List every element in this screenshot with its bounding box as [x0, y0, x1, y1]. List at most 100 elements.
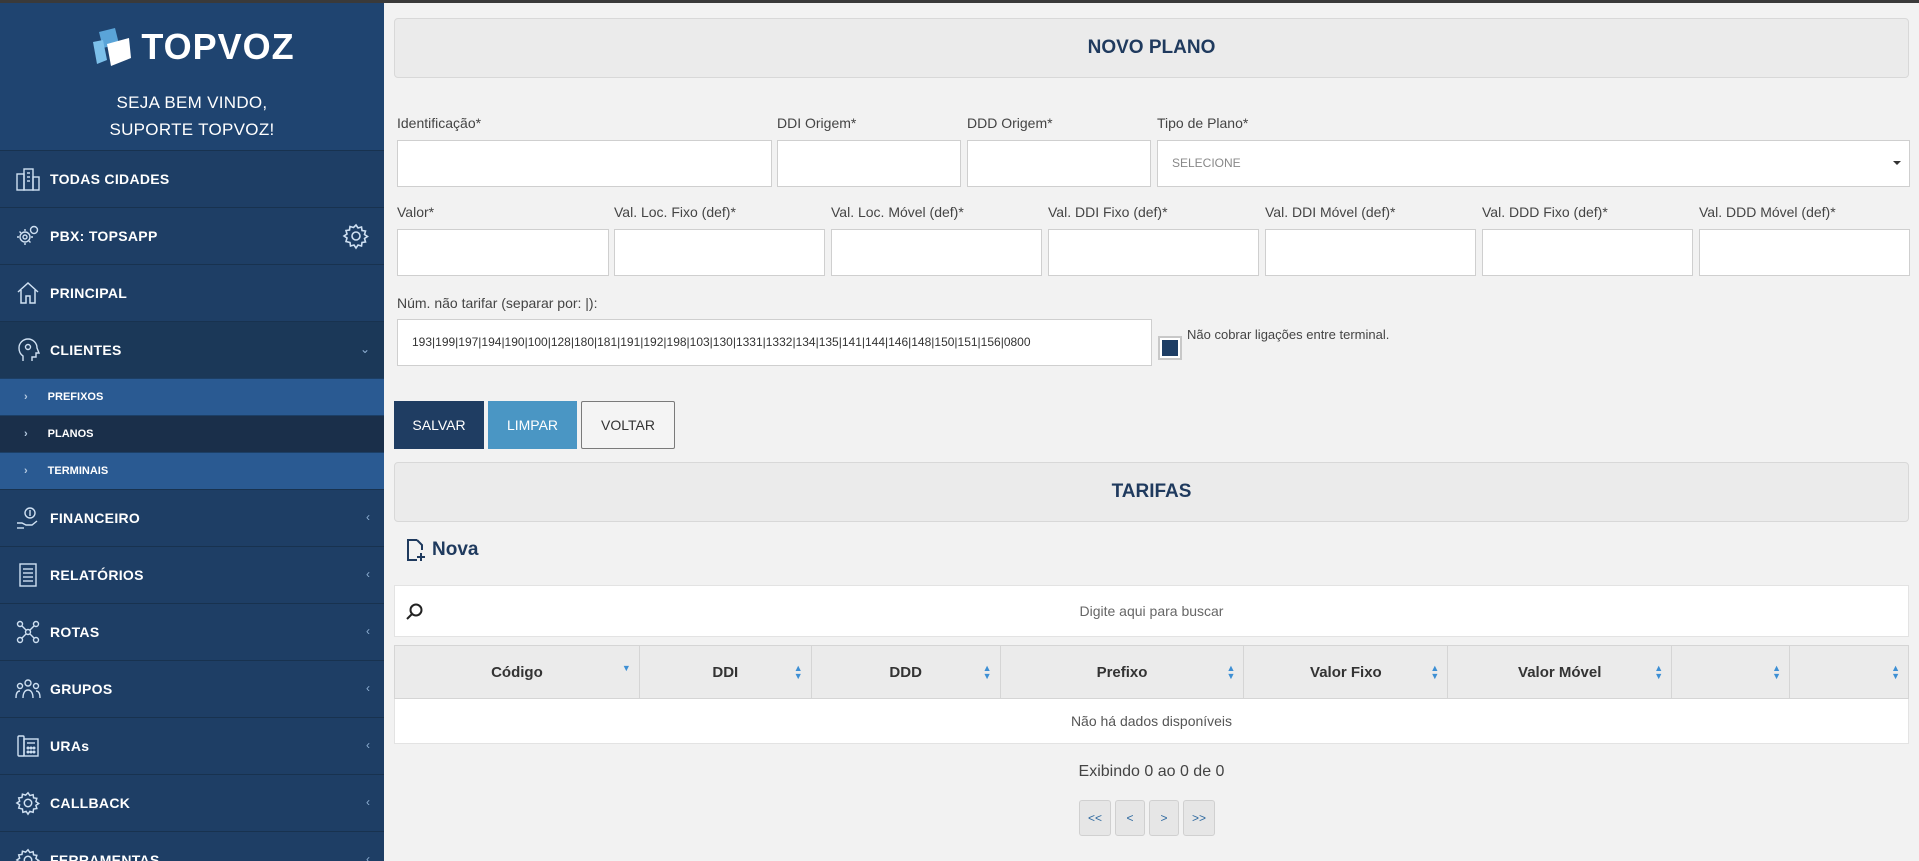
- column-header-valor-movel[interactable]: Valor Móvel ▲ ▼: [1447, 645, 1673, 699]
- val-ddi-movel-label: Val. DDI Móvel (def)*: [1265, 204, 1396, 220]
- logo-icon: [93, 28, 132, 66]
- empty-table-message: Não há dados disponíveis: [394, 698, 1909, 744]
- last-page-button[interactable]: >>: [1183, 800, 1216, 836]
- sidebar-item-clientes[interactable]: CLIENTES ⌄: [0, 321, 384, 378]
- sidebar-item-label: CALLBACK: [50, 795, 131, 811]
- caret-down-icon: [1893, 161, 1901, 165]
- sidebar-item-callback[interactable]: CALLBACK ‹: [0, 774, 384, 831]
- column-header-label: Valor Fixo: [1310, 663, 1382, 681]
- first-page-button[interactable]: <<: [1079, 800, 1112, 836]
- welcome-text: SEJA BEM VINDO, SUPORTE TOPVOZ!: [0, 89, 384, 143]
- sidebar-subitem-label: PLANOS: [47, 428, 94, 440]
- val-ddd-movel-input[interactable]: [1699, 229, 1910, 276]
- sidebar-item-principal[interactable]: PRINCIPAL: [0, 264, 384, 321]
- ddd-origem-input[interactable]: [967, 140, 1151, 187]
- sidebar-subitem-prefixos[interactable]: › PREFIXOS: [0, 378, 384, 415]
- ddi-origem-label: DDI Origem*: [777, 115, 857, 131]
- column-header-codigo[interactable]: Código ▼: [394, 645, 640, 699]
- sidebar-subitem-terminais[interactable]: › TERMINAIS: [0, 452, 384, 489]
- chevron-left-icon: ‹: [366, 795, 370, 809]
- sidebar-item-financeiro[interactable]: FINANCEIRO ‹: [0, 489, 384, 546]
- sidebar-item-pbx[interactable]: PBX: TOPSAPP: [0, 207, 384, 264]
- val-ddi-fixo-label: Val. DDI Fixo (def)*: [1048, 204, 1168, 220]
- sidebar-item-uras[interactable]: URAs ‹: [0, 717, 384, 774]
- column-header-valor-fixo[interactable]: Valor Fixo ▲ ▼: [1243, 645, 1449, 699]
- save-button[interactable]: SALVAR: [394, 401, 484, 449]
- brand-name: TOPVOZ: [141, 26, 295, 67]
- tools-icon: [14, 846, 42, 861]
- gear-icon: [14, 789, 42, 817]
- top-border: [0, 0, 1919, 3]
- chevron-left-icon: ‹: [366, 567, 370, 581]
- head-gear-icon: [14, 336, 42, 364]
- group-icon: [14, 675, 42, 703]
- column-header-ddi[interactable]: DDI ▲ ▼: [638, 645, 812, 699]
- tipo-plano-label: Tipo de Plano*: [1157, 115, 1249, 131]
- sort-icon: ▲ ▼: [982, 663, 992, 681]
- sidebar-subitem-planos[interactable]: › PLANOS: [0, 415, 384, 452]
- val-ddd-fixo-label: Val. DDD Fixo (def)*: [1482, 204, 1608, 220]
- form-title: NOVO PLANO: [394, 18, 1909, 78]
- val-loc-movel-label: Val. Loc. Móvel (def)*: [831, 204, 964, 220]
- chevron-left-icon: ‹: [366, 738, 370, 752]
- val-loc-fixo-label: Val. Loc. Fixo (def)*: [614, 204, 736, 220]
- sidebar-item-label: PBX: TOPSAPP: [50, 228, 158, 244]
- table-header-row: Código ▼ DDI ▲ ▼ DDD ▲ ▼ Prefixo ▲ ▼ Valor Fixo…: [394, 645, 1909, 699]
- welcome-line-2: SUPORTE TOPVOZ!: [109, 120, 275, 139]
- sidebar-item-todas-cidades[interactable]: TODAS CIDADES: [0, 150, 384, 207]
- gears-icon: [14, 222, 42, 250]
- paging-info: Exibindo 0 ao 0 de 0: [1078, 763, 1225, 780]
- valor-input[interactable]: [397, 229, 609, 276]
- sidebar: TOPVOZ SEJA BEM VINDO, SUPORTE TOPVOZ! T…: [0, 0, 384, 861]
- val-ddi-fixo-input[interactable]: [1048, 229, 1259, 276]
- sidebar-item-relatorios[interactable]: RELATÓRIOS ‹: [0, 546, 384, 603]
- sidebar-item-label: FINANCEIRO: [50, 510, 141, 526]
- sort-desc-icon: ▼: [621, 663, 631, 673]
- settings-gear-icon[interactable]: [342, 222, 370, 255]
- val-ddi-movel-input[interactable]: [1265, 229, 1476, 276]
- checkbox-checked-fill: [1162, 340, 1178, 356]
- main-content: NOVO PLANO Identificação* DDI Origem* DD…: [384, 0, 1919, 861]
- column-header-action-2[interactable]: ▲ ▼: [1789, 645, 1909, 699]
- prev-page-button[interactable]: <: [1115, 800, 1146, 836]
- column-header-prefixo[interactable]: Prefixo ▲ ▼: [999, 645, 1245, 699]
- chevron-down-icon: ⌄: [359, 342, 370, 356]
- sort-icon: ▲ ▼: [793, 663, 803, 681]
- tipo-plano-select[interactable]: SELECIONE: [1157, 140, 1910, 187]
- chevron-left-icon: ‹: [366, 852, 370, 861]
- tipo-plano-value: SELECIONE: [1172, 156, 1241, 170]
- ddi-origem-input[interactable]: [777, 140, 961, 187]
- identificacao-input[interactable]: [397, 140, 772, 187]
- num-nao-tarifar-input[interactable]: 193|199|197|194|190|100|128|180|181|191|…: [397, 319, 1152, 366]
- column-header-label: Prefixo: [1096, 663, 1148, 681]
- sidebar-item-grupos[interactable]: GRUPOS ‹: [0, 660, 384, 717]
- back-button[interactable]: VOLTAR: [581, 401, 675, 449]
- sidebar-item-label: ROTAS: [50, 624, 100, 640]
- val-ddd-movel-label: Val. DDD Móvel (def)*: [1699, 204, 1836, 220]
- column-header-action-1[interactable]: ▲ ▼: [1671, 645, 1791, 699]
- sort-icon: ▲ ▼: [1226, 663, 1236, 681]
- next-page-button[interactable]: >: [1149, 800, 1180, 836]
- ura-phone-icon: [14, 732, 42, 760]
- clear-button[interactable]: LIMPAR: [488, 401, 577, 449]
- val-ddd-fixo-input[interactable]: [1482, 229, 1693, 276]
- sidebar-item-ferramentas[interactable]: FERRAMENTAS ‹: [0, 831, 384, 861]
- chevron-left-icon: ‹: [366, 510, 370, 524]
- new-tarifa-button[interactable]: Nova: [404, 538, 478, 562]
- val-loc-movel-input[interactable]: [831, 229, 1042, 276]
- sort-icon: ▲ ▼: [1654, 663, 1664, 681]
- welcome-line-1: SEJA BEM VINDO,: [116, 93, 268, 112]
- val-loc-fixo-input[interactable]: [614, 229, 825, 276]
- nao-cobrar-checkbox[interactable]: [1158, 336, 1182, 360]
- sidebar-item-label: URAs: [50, 738, 90, 754]
- sidebar-item-rotas[interactable]: ROTAS ‹: [0, 603, 384, 660]
- search-input[interactable]: Digite aqui para buscar: [394, 585, 1909, 637]
- home-icon: [14, 279, 42, 307]
- column-header-ddd[interactable]: DDD ▲ ▼: [810, 645, 1001, 699]
- column-header-label: DDI: [712, 663, 739, 681]
- chevron-right-icon: ›: [24, 465, 28, 477]
- table-row: Não há dados disponíveis: [394, 698, 1909, 744]
- new-file-icon: [407, 539, 425, 561]
- sidebar-item-label: CLIENTES: [50, 342, 122, 358]
- pagination: << < > >>: [1079, 800, 1216, 836]
